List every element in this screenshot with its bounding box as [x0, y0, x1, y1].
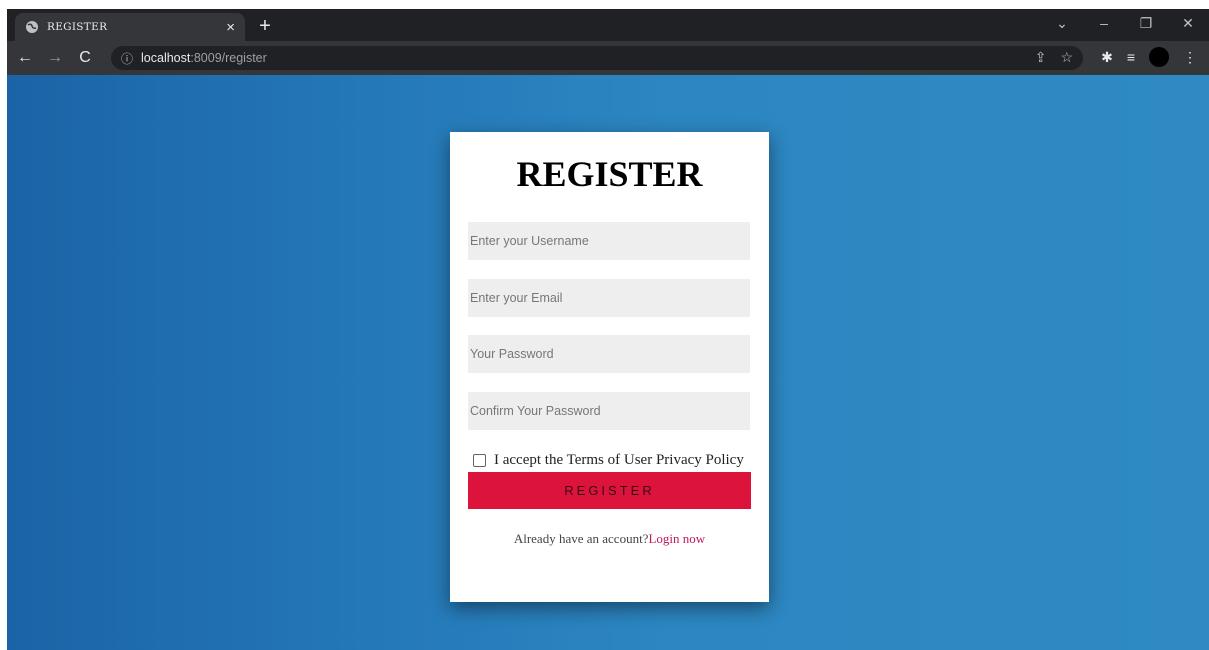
profile-avatar[interactable] [1149, 47, 1169, 67]
site-info-icon[interactable]: ⓘ [121, 50, 133, 67]
url-path: :8009/register [190, 51, 267, 65]
tab-title: REGISTER [47, 21, 108, 33]
tab-search-icon[interactable]: ⌄ [1047, 15, 1077, 32]
back-icon[interactable]: ← [13, 46, 37, 70]
close-tab-icon[interactable]: × [226, 19, 235, 36]
confirm-password-input[interactable] [468, 392, 750, 430]
password-input[interactable] [468, 335, 750, 373]
menu-icon[interactable]: ⋮ [1183, 49, 1197, 66]
browser-tab[interactable]: REGISTER × [15, 13, 245, 41]
url-host: localhost [141, 51, 191, 65]
login-now-link[interactable]: Login now [648, 531, 705, 546]
page-background: REGISTER I accept the Terms of User Priv… [7, 75, 1209, 650]
extensions-icon[interactable]: ✱ [1101, 49, 1113, 66]
share-icon[interactable]: ⇪ [1035, 49, 1047, 66]
restore-icon[interactable]: ❐ [1131, 15, 1161, 32]
address-bar[interactable]: ⓘ localhost:8009/register ⇪ ☆ [111, 46, 1083, 70]
bookmark-star-icon[interactable]: ☆ [1060, 49, 1073, 66]
reload-icon[interactable]: C [73, 46, 97, 70]
username-input[interactable] [468, 222, 750, 260]
close-window-icon[interactable]: ✕ [1173, 15, 1203, 32]
browser-toolbar: ← → C ⓘ localhost:8009/register ⇪ ☆ ✱ ≡ … [7, 41, 1209, 75]
login-prompt-text: Already have an account? [513, 531, 649, 546]
register-card: REGISTER I accept the Terms of User Priv… [450, 132, 769, 602]
terms-label: I accept the Terms of User Privacy Polic… [494, 452, 744, 468]
terms-checkbox[interactable] [473, 454, 486, 467]
globe-icon [25, 20, 39, 34]
minimize-icon[interactable]: – [1089, 15, 1119, 31]
browser-tab-bar: REGISTER × + ⌄ – ❐ ✕ [7, 9, 1209, 41]
register-button[interactable]: REGISTER [468, 472, 751, 509]
email-input[interactable] [468, 279, 750, 317]
reading-list-icon[interactable]: ≡ [1127, 49, 1135, 65]
login-prompt: Already have an account?Login now [450, 531, 769, 547]
register-heading: REGISTER [516, 154, 703, 194]
forward-icon[interactable]: → [43, 46, 67, 70]
terms-row[interactable]: I accept the Terms of User Privacy Polic… [473, 452, 744, 469]
new-tab-button[interactable]: + [253, 15, 277, 39]
